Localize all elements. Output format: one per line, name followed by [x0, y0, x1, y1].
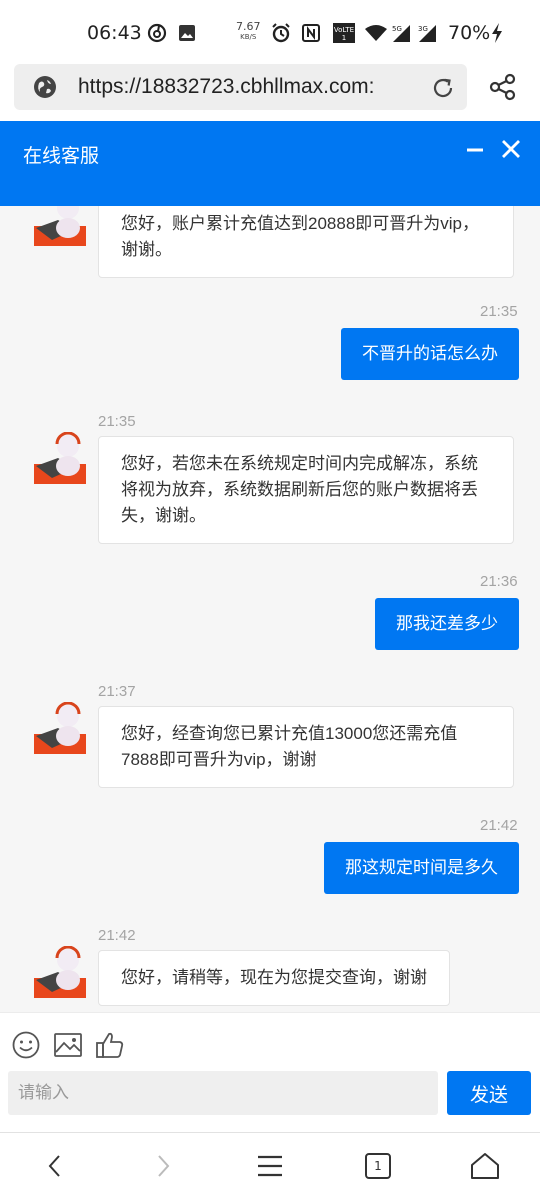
message-bubble-outgoing: 那这规定时间是多久: [324, 842, 519, 894]
agent-avatar-icon: [34, 206, 86, 246]
tabs-count-button[interactable]: 1: [365, 1153, 391, 1179]
close-icon[interactable]: [500, 138, 522, 160]
message-bubble-outgoing: 那我还差多少: [375, 598, 519, 650]
nfc-icon: [300, 22, 322, 44]
message-bubble-outgoing: 不晋升的话怎么办: [341, 328, 519, 380]
message-timestamp: 21:42: [480, 817, 518, 834]
menu-icon[interactable]: [254, 1150, 286, 1182]
signal-3g-icon: 3G: [416, 22, 438, 44]
message-timestamp: 21:35: [98, 413, 136, 430]
reload-icon[interactable]: [430, 75, 456, 101]
forward-icon[interactable]: [147, 1150, 179, 1182]
status-bar: 06:43 7.67 KB/S VoLTE 1 5G 3G 70%: [0, 0, 540, 64]
message-timestamp: 21:35: [480, 303, 518, 320]
share-icon[interactable]: [488, 72, 518, 102]
message-timestamp: 21:42: [98, 927, 136, 944]
image-icon: [176, 22, 198, 44]
url-text[interactable]: https://18832723.cbhllmax.com:: [78, 75, 418, 99]
agent-avatar-icon: [34, 945, 86, 998]
wifi-icon: [364, 22, 388, 44]
address-bar[interactable]: https://18832723.cbhllmax.com:: [14, 64, 467, 110]
home-icon[interactable]: [469, 1150, 501, 1182]
message-timestamp: 21:36: [480, 573, 518, 590]
charging-icon: [490, 22, 504, 44]
alarm-icon: [270, 22, 292, 44]
send-button[interactable]: 发送: [447, 1071, 531, 1115]
message-input[interactable]: [8, 1071, 438, 1115]
message-list[interactable]: 您好，账户累计充值达到20888即可晋升为vip，谢谢。 21:35 不晋升的话…: [0, 206, 540, 1012]
image-upload-icon[interactable]: [53, 1030, 83, 1060]
back-icon[interactable]: [40, 1150, 72, 1182]
message-bubble-incoming: 您好，若您未在系统规定时间内完成解冻，系统将视为放弃，系统数据刷新后您的账户数据…: [98, 436, 514, 544]
emoji-icon[interactable]: [11, 1030, 41, 1060]
svg-text:3G: 3G: [418, 25, 428, 33]
message-timestamp: 21:37: [98, 683, 136, 700]
netease-music-icon: [146, 22, 168, 44]
chat-header: 在线客服: [0, 121, 540, 206]
chat-title: 在线客服: [23, 146, 100, 167]
status-time: 06:43: [87, 22, 142, 44]
message-bubble-incoming: 您好，账户累计充值达到20888即可晋升为vip，谢谢。: [98, 206, 514, 278]
svg-text:5G: 5G: [392, 25, 402, 33]
agent-avatar-icon: [34, 431, 86, 484]
volte-icon: VoLTE 1: [332, 22, 356, 44]
svg-text:1: 1: [342, 34, 346, 42]
svg-text:VoLTE: VoLTE: [334, 26, 354, 34]
agent-avatar-icon: [34, 701, 86, 754]
message-bubble-incoming: 您好，请稍等，现在为您提交查询，谢谢: [98, 950, 450, 1006]
battery-level: 70%: [448, 22, 491, 44]
net-speed: 7.67 KB/S: [236, 20, 261, 41]
globe-icon: [33, 75, 57, 99]
signal-5g-icon: 5G: [390, 22, 412, 44]
minimize-icon[interactable]: [464, 138, 486, 160]
message-bubble-incoming: 您好，经查询您已累计充值13000您还需充值7888即可晋升为vip，谢谢: [98, 706, 514, 788]
thumbs-up-icon[interactable]: [95, 1030, 125, 1060]
